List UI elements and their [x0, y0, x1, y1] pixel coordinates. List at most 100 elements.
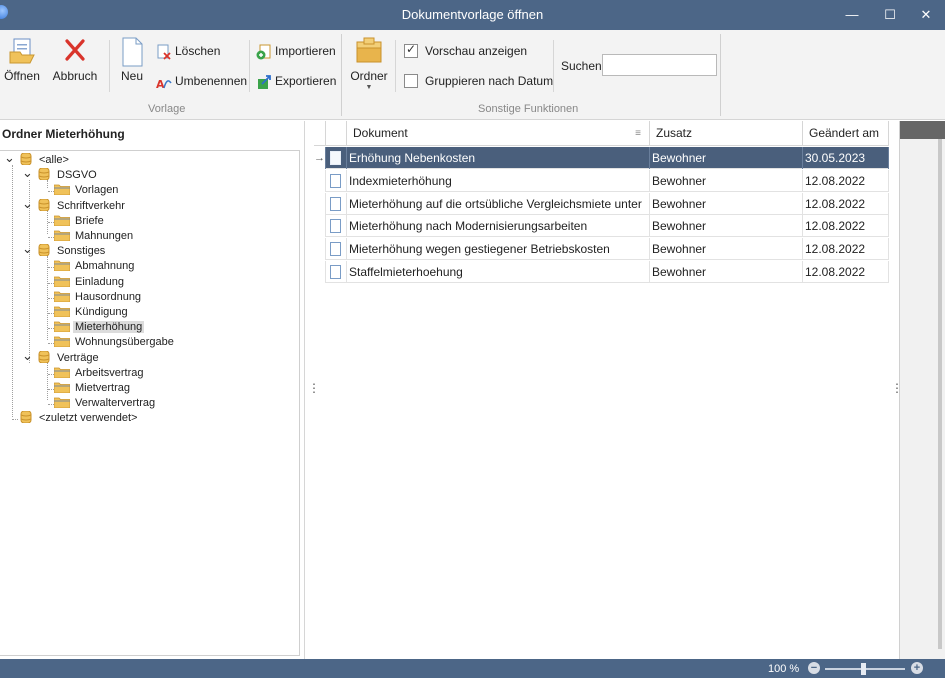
chevron-down-icon[interactable]: ⌄ [4, 151, 15, 168]
tree-node[interactable]: Abmahnung [54, 259, 136, 274]
tree-node[interactable]: Verwaltervertrag [54, 396, 157, 411]
zoom-in-button[interactable]: + [911, 662, 923, 674]
folder-dropdown-button[interactable]: Ordner ▼ [348, 36, 390, 91]
cell-changed: 12.08.2022 [803, 238, 889, 261]
rename-button[interactable]: A Umbenennen [156, 74, 247, 90]
row-pointer-icon [314, 169, 326, 192]
group-by-date-label: Gruppieren nach Datum [425, 74, 554, 88]
folder-icon [54, 367, 70, 378]
folder-tree[interactable]: <alle> ⌄ DSGVO ⌄ Vorlagen Schriftverkehr ⌄ Brie… [0, 150, 300, 656]
close-button[interactable]: ✕ [908, 2, 944, 28]
tree-line [48, 389, 54, 390]
tree-node[interactable]: Mahnungen [54, 229, 135, 244]
folder-icon [54, 291, 70, 302]
cell-document: Staffelmieterhoehung [347, 261, 650, 283]
status-bar: 100 % − + [0, 659, 945, 678]
row-icon-cell [326, 169, 347, 192]
tree-node[interactable]: Schriftverkehr [36, 198, 127, 214]
table-row[interactable]: Indexmieterhöhung Bewohner 12.08.2022 [314, 169, 889, 192]
search-input[interactable] [602, 54, 717, 76]
zoom-slider-thumb[interactable] [861, 663, 866, 675]
cancel-button[interactable]: Abbruch [50, 36, 100, 83]
title-bar: Dokumentvorlage öffnen — ☐ ✕ [0, 0, 945, 30]
tree-node-label: Verwaltervertrag [75, 397, 156, 410]
tree-node[interactable]: Mietvertrag [54, 381, 132, 396]
folder-panel-header: Ordner Mieterhöhung [2, 127, 125, 141]
tree-node[interactable]: Arbeitsvertrag [54, 366, 145, 381]
delete-label: Löschen [175, 44, 221, 59]
row-pointer-icon [314, 192, 326, 215]
group-separator [341, 34, 342, 116]
export-button[interactable]: Exportieren [256, 74, 336, 90]
tree-node[interactable]: Vorlagen [54, 183, 120, 198]
cell-document: Erhöhung Nebenkosten [347, 147, 650, 169]
folder-label: Ordner [350, 69, 388, 83]
cell-zusatz: Bewohner [650, 169, 803, 192]
export-icon [258, 75, 271, 89]
table-row[interactable]: → Erhöhung Nebenkosten Bewohner 30.05.2023 [314, 147, 889, 169]
folder-icon [54, 382, 70, 393]
chevron-down-icon[interactable]: ⌄ [22, 197, 33, 214]
column-header-document[interactable]: Dokument ≡ [347, 121, 650, 146]
cell-zusatz: Bewohner [650, 261, 803, 283]
document-icon [330, 219, 341, 234]
maximize-button[interactable]: ☐ [872, 2, 908, 28]
cell-zusatz: Bewohner [650, 215, 803, 238]
row-pointer-icon [314, 261, 326, 283]
table-row[interactable]: Mieterhöhung auf die ortsübliche Verglei… [314, 192, 889, 215]
preview-checkbox[interactable]: ✓ [404, 42, 418, 58]
import-button[interactable]: Importieren [256, 44, 336, 60]
open-document-icon [9, 38, 35, 64]
tree-node[interactable]: Verträge [36, 350, 101, 366]
tree-node[interactable]: Briefe [54, 214, 106, 229]
database-icon [38, 244, 50, 257]
tree-line [48, 267, 54, 269]
tree-node-label: Hausordnung [75, 290, 142, 303]
column-header-changed[interactable]: Geändert am [803, 121, 889, 146]
preview-scrollbar[interactable] [938, 139, 942, 649]
document-icon [330, 196, 341, 211]
chevron-down-icon[interactable]: ⌄ [22, 166, 33, 183]
group-label-vorlage: Vorlage [148, 103, 186, 115]
zoom-out-button[interactable]: − [808, 662, 820, 674]
minimize-button[interactable]: — [834, 2, 870, 28]
rename-label: Umbenennen [175, 74, 248, 89]
splitter-handle-left[interactable]: ⋮ [308, 381, 320, 395]
tree-node[interactable]: DSGVO [36, 168, 99, 183]
tree-node-label: Mieterhöhung [73, 321, 145, 334]
database-icon [20, 153, 32, 165]
group-by-date-checkbox[interactable] [404, 74, 418, 88]
row-icon-cell [326, 192, 347, 215]
document-icon [330, 173, 341, 188]
table-row[interactable]: Staffelmieterhoehung Bewohner 12.08.2022 [314, 261, 889, 283]
tree-node[interactable]: Hausordnung [54, 290, 143, 305]
row-pointer-icon: → [314, 147, 326, 169]
sort-icon: ≡ [635, 128, 641, 139]
tree-line [48, 221, 54, 223]
tree-line [12, 165, 13, 417]
document-icon [330, 242, 341, 257]
tree-node[interactable]: Mieterhöhung [54, 320, 145, 335]
preview-label: Vorschau anzeigen [425, 44, 528, 58]
open-button[interactable]: Öffnen [2, 36, 42, 83]
column-header-changed-label: Geändert am [809, 126, 880, 140]
tree-node[interactable]: <zuletzt verwendet> [18, 411, 139, 426]
tree-node[interactable]: Einladung [54, 275, 126, 290]
cell-zusatz: Bewohner [650, 192, 803, 215]
tree-node[interactable]: Wohnungsübergabe [54, 335, 176, 350]
table-row[interactable]: Mieterhöhung nach Modernisierungsarbeite… [314, 215, 889, 238]
chevron-down-icon[interactable]: ⌄ [22, 349, 33, 366]
tree-line [48, 373, 54, 375]
new-button[interactable]: Neu [116, 36, 148, 83]
database-icon [38, 198, 50, 211]
table-row[interactable]: Mieterhöhung wegen gestiegener Betriebsk… [314, 238, 889, 261]
cell-changed: 12.08.2022 [803, 169, 889, 192]
cell-changed: 12.08.2022 [803, 215, 889, 238]
tree-node[interactable]: Sonstiges [36, 244, 107, 259]
column-header-zusatz[interactable]: Zusatz [650, 121, 803, 146]
tree-node[interactable]: Kündigung [54, 305, 130, 320]
delete-button[interactable]: Löschen [156, 44, 220, 60]
chevron-down-icon[interactable]: ⌄ [22, 242, 33, 259]
ribbon: Öffnen Abbruch Neu Löschen A Umbenennen [0, 30, 945, 120]
document-icon [330, 151, 341, 165]
